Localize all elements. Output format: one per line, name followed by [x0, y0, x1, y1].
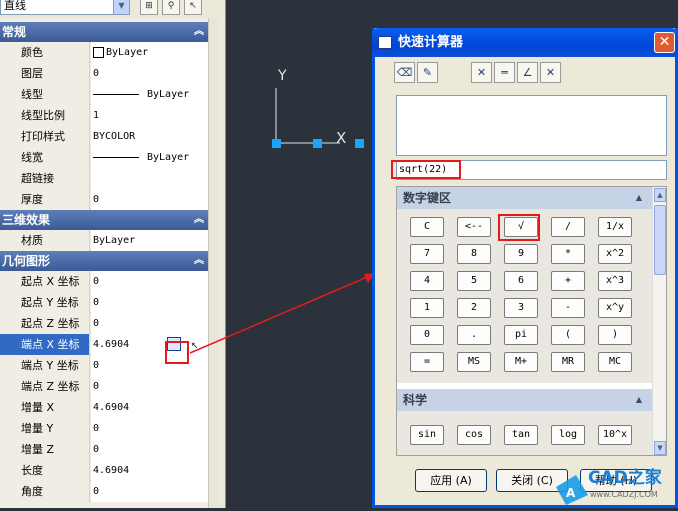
calc-key[interactable]: + — [551, 271, 585, 291]
watermark-url: www.CADZJ.COM — [590, 490, 658, 499]
calc-toolbar-left: ⌫ ✎ — [394, 62, 438, 86]
calc-key[interactable]: ) — [598, 325, 632, 345]
science-header[interactable]: 科学 ▲ — [397, 389, 652, 411]
science-key[interactable]: cos — [457, 425, 491, 445]
apply-button[interactable]: 应用 (A) — [415, 469, 487, 492]
calc-key[interactable]: pi — [504, 325, 538, 345]
history-area[interactable] — [396, 95, 667, 156]
calc-key[interactable]: 7 — [410, 244, 444, 264]
clear-history-icon[interactable]: ✎ — [417, 62, 438, 83]
calc-key[interactable]: x^y — [598, 298, 632, 318]
calc-key[interactable]: * — [551, 244, 585, 264]
calc-key[interactable]: . — [457, 325, 491, 345]
calc-key[interactable]: ( — [551, 325, 585, 345]
calc-key[interactable]: 3 — [504, 298, 538, 318]
watermark-logo: A CAD之家 www.CADZJ.COM — [548, 461, 678, 508]
science-key[interactable]: 10^x — [598, 425, 632, 445]
calc-key[interactable]: 8 — [457, 244, 491, 264]
scroll-down-icon[interactable]: ▼ — [654, 441, 666, 455]
calc-key[interactable]: M+ — [504, 352, 538, 372]
calc-key[interactable]: 6 — [504, 271, 538, 291]
calc-key[interactable]: 4 — [410, 271, 444, 291]
calc-key[interactable]: = — [410, 352, 444, 372]
watermark-brand: CAD之家 — [588, 467, 662, 488]
numpad-title: 数字键区 — [403, 191, 452, 205]
collapse-up-icon[interactable]: ▲ — [636, 389, 642, 411]
dialog-title: 快速计算器 — [398, 35, 464, 50]
angle-icon[interactable]: ∠ — [517, 62, 538, 83]
calculator-app-icon — [378, 36, 392, 49]
clear-eraser-icon[interactable]: ⌫ — [394, 62, 415, 83]
calc-key[interactable]: 1/x — [598, 217, 632, 237]
calc-key[interactable]: 5 — [457, 271, 491, 291]
close-icon[interactable]: ✕ — [654, 32, 675, 53]
calc-key[interactable]: <-- — [457, 217, 491, 237]
science-key[interactable]: log — [551, 425, 585, 445]
calc-key[interactable]: MR — [551, 352, 585, 372]
calc-key[interactable]: 2 — [457, 298, 491, 318]
highlight-sqrt-key — [498, 214, 540, 241]
scroll-up-icon[interactable]: ▲ — [654, 188, 666, 202]
science-keys: sin cos tan log 10^x — [397, 411, 652, 455]
highlight-calc-button — [165, 341, 189, 364]
calc-key[interactable]: x^3 — [598, 271, 632, 291]
highlight-expression — [391, 160, 461, 179]
science-key[interactable]: tan — [504, 425, 538, 445]
watermark-svg: A CAD之家 www.CADZJ.COM — [556, 467, 662, 505]
distance-icon[interactable]: ═ — [494, 62, 515, 83]
calc-key[interactable]: MS — [457, 352, 491, 372]
get-coordinates-icon[interactable]: ✕ — [471, 62, 492, 83]
calc-key[interactable]: MC — [598, 352, 632, 372]
calc-key[interactable]: 9 — [504, 244, 538, 264]
calc-key[interactable]: 1 — [410, 298, 444, 318]
keypad-scrollbar[interactable]: ▲ ▼ — [652, 187, 666, 455]
science-key[interactable]: sin — [410, 425, 444, 445]
numpad-header[interactable]: 数字键区 ▲ — [397, 187, 652, 209]
calc-key[interactable]: 0 — [410, 325, 444, 345]
annotation-arrow — [189, 274, 373, 354]
calc-key[interactable]: x^2 — [598, 244, 632, 264]
calc-toolbar-right: ✕ ═ ∠ ✕ — [471, 62, 561, 86]
quickcalc-dialog: 快速计算器 ✕ ⌫ ✎ ✕ ═ ∠ ✕ sqrt(22) 数字键区 ▲ C <--… — [372, 28, 678, 508]
watermark-badge-letter: A — [566, 486, 576, 500]
intersection-icon[interactable]: ✕ — [540, 62, 561, 83]
calc-key[interactable]: - — [551, 298, 585, 318]
collapse-up-icon[interactable]: ▲ — [636, 187, 642, 209]
scroll-thumb[interactable] — [654, 205, 666, 275]
dialog-titlebar[interactable]: 快速计算器 — [372, 28, 678, 57]
science-title: 科学 — [403, 393, 428, 407]
calc-key[interactable]: C — [410, 217, 444, 237]
calc-key[interactable]: / — [551, 217, 585, 237]
